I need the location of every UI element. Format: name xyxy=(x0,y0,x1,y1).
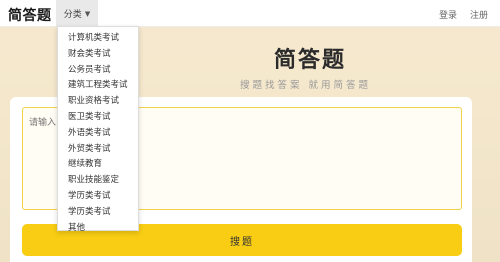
dropdown-item-civil-service[interactable]: 公务员考试 xyxy=(58,63,138,79)
hero-subtitle: 搜题找答案 就用简答题 xyxy=(240,80,372,91)
dropdown-item-academic-1[interactable]: 学历类考试 xyxy=(58,189,138,205)
dropdown-item-vocational-skills[interactable]: 职业技能鉴定 xyxy=(58,173,138,189)
dropdown-item-computer[interactable]: 计算机类考试 xyxy=(58,31,138,47)
dropdown-item-construction[interactable]: 建筑工程类考试 xyxy=(58,78,138,94)
register-link[interactable]: 注册 xyxy=(470,8,488,21)
category-dropdown: 计算机类考试 财会类考试 公务员考试 建筑工程类考试 职业资格考试 医卫类考试 … xyxy=(57,26,139,233)
hero-title: 简答题 xyxy=(274,47,347,73)
dropdown-item-accounting[interactable]: 财会类考试 xyxy=(58,47,138,63)
dropdown-item-other[interactable]: 其他 xyxy=(58,221,138,237)
category-menu-button[interactable]: 分类 ▼ xyxy=(56,0,98,27)
dropdown-item-foreign-language[interactable]: 外语类考试 xyxy=(58,126,138,142)
dropdown-item-foreign-trade[interactable]: 外贸类考试 xyxy=(58,142,138,158)
login-link[interactable]: 登录 xyxy=(439,8,457,21)
category-label: 分类 xyxy=(63,10,82,20)
top-nav-bar: 简答题 分类 ▼ 登录 注册 xyxy=(0,0,500,27)
dropdown-item-continuing-education[interactable]: 继续教育 xyxy=(58,157,138,173)
dropdown-item-medical[interactable]: 医卫类考试 xyxy=(58,110,138,126)
site-logo[interactable]: 简答题 xyxy=(8,5,52,25)
dropdown-item-academic-2[interactable]: 学历类考试 xyxy=(58,205,138,221)
caret-down-icon: ▼ xyxy=(84,9,91,18)
dropdown-item-professional-qualification[interactable]: 职业资格考试 xyxy=(58,94,138,110)
